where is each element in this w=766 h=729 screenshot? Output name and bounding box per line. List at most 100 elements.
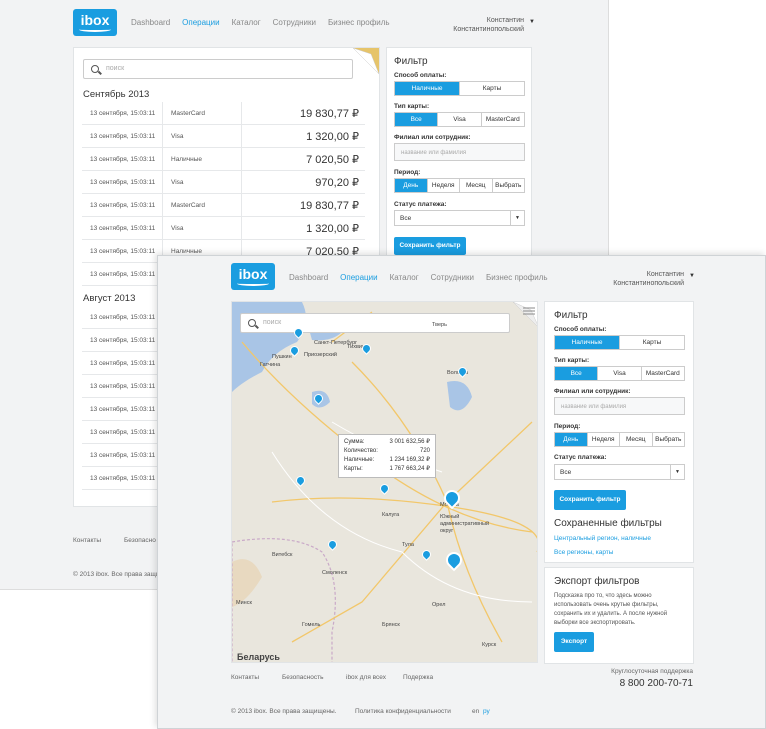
payment-toggle[interactable]: Наличные Карты bbox=[554, 335, 685, 350]
status-select[interactable]: Все ▼ bbox=[554, 464, 685, 480]
lang-en[interactable]: en bbox=[472, 708, 479, 715]
period-day[interactable]: День bbox=[395, 179, 428, 192]
nav-operations[interactable]: Операции bbox=[182, 18, 219, 27]
month-heading: Август 2013 bbox=[83, 293, 136, 304]
period-label: Период: bbox=[554, 423, 581, 430]
branch-input[interactable]: название или фамилия bbox=[554, 397, 685, 415]
export-button[interactable]: Экспорт bbox=[554, 632, 594, 652]
map-corner-curl-icon[interactable] bbox=[353, 48, 379, 74]
privacy-link[interactable]: Политика конфиденциальности bbox=[355, 708, 451, 715]
lang-ru[interactable]: ру bbox=[483, 708, 490, 715]
nav-dashboard[interactable]: Dashboard bbox=[131, 18, 170, 27]
footer-link[interactable]: Контакты bbox=[73, 537, 101, 544]
month-heading: Сентябрь 2013 bbox=[83, 89, 150, 100]
period-choose[interactable]: Выбрать bbox=[492, 179, 524, 192]
map-city-label: Курск bbox=[482, 642, 497, 648]
status-label: Статус платежа: bbox=[554, 454, 607, 461]
chevron-down-icon[interactable]: ▼ bbox=[689, 273, 695, 279]
table-row[interactable]: 13 сентября, 15:03:11 Visa 1 320,00 ₽ bbox=[82, 217, 365, 240]
map-city-label: Тула bbox=[402, 542, 414, 548]
map-tooltip: Сумма: 3 001 632,56 ₽ Количество: 720 Наличн… bbox=[338, 434, 436, 478]
save-filter-button[interactable]: Сохранить фильтр bbox=[394, 237, 466, 255]
table-row[interactable]: 13 сентября, 15:03:11 MasterCard 19 830,77… bbox=[82, 194, 365, 217]
payment-cash[interactable]: Наличные bbox=[395, 82, 460, 95]
footer-contacts-link[interactable]: Контакты bbox=[231, 674, 259, 681]
saved-filter-link[interactable]: Все регионы, карты bbox=[554, 549, 613, 556]
period-choose[interactable]: Выбрать bbox=[652, 433, 684, 446]
period-week[interactable]: Неделя bbox=[427, 179, 460, 192]
saved-filter-link[interactable]: Центральный регион, наличные bbox=[554, 535, 651, 542]
row-date: 13 сентября, 15:03:11 bbox=[90, 271, 156, 278]
support-phone[interactable]: 8 800 200-70-71 bbox=[620, 678, 693, 689]
period-toggle[interactable]: День Неделя Месяц Выбрать bbox=[554, 432, 685, 447]
row-date: 13 сентября, 15:03:11 bbox=[90, 202, 156, 209]
ibox-logo[interactable]: ibox bbox=[231, 263, 275, 290]
row-amount: 7 020,50 ₽ bbox=[306, 154, 359, 166]
branch-label: Филиал или сотрудник: bbox=[554, 388, 631, 395]
row-date: 13 сентября, 15:03:11 bbox=[90, 337, 156, 344]
footer-security-link[interactable]: Безопасность bbox=[282, 674, 323, 681]
period-month[interactable]: Месяц bbox=[620, 433, 653, 446]
footer-ibox-for-all-link[interactable]: ibox для всех bbox=[346, 674, 386, 681]
footer-link[interactable]: Безопасно bbox=[124, 537, 156, 544]
card-visa[interactable]: Visa bbox=[438, 113, 482, 126]
search-input[interactable]: поиск bbox=[83, 59, 353, 79]
payment-cash[interactable]: Наличные bbox=[555, 336, 620, 349]
table-row[interactable]: 13 сентября, 15:03:11 Visa 970,20 ₽ bbox=[82, 171, 365, 194]
export-panel: Экспорт фильтров Подсказка про то, что з… bbox=[544, 567, 694, 664]
table-row[interactable]: 13 сентября, 15:03:11 Visa 1 320,00 ₽ bbox=[82, 125, 365, 148]
card-all[interactable]: Все bbox=[555, 367, 599, 380]
card-type-label: Тип карты: bbox=[394, 103, 430, 110]
chevron-down-icon[interactable]: ▼ bbox=[529, 19, 535, 25]
nav-employees[interactable]: Сотрудники bbox=[431, 273, 474, 282]
chevron-down-icon: ▼ bbox=[510, 211, 524, 225]
chevron-down-icon: ▼ bbox=[670, 465, 684, 479]
period-toggle[interactable]: День Неделя Месяц Выбрать bbox=[394, 178, 525, 193]
saved-filters-title: Сохраненные фильтры bbox=[554, 518, 662, 529]
nav-catalog[interactable]: Каталог bbox=[390, 273, 419, 282]
card-type-toggle[interactable]: Все Visa MasterCard bbox=[554, 366, 685, 381]
ibox-logo[interactable]: ibox bbox=[73, 9, 117, 36]
table-row[interactable]: 13 сентября, 15:03:11 Наличные 7 020,50 ₽ bbox=[82, 148, 365, 171]
row-method: Visa bbox=[162, 125, 242, 147]
nav-employees[interactable]: Сотрудники bbox=[273, 18, 316, 27]
card-mastercard[interactable]: MasterCard bbox=[641, 367, 684, 380]
row-date: 13 сентября, 15:03:11 bbox=[90, 383, 156, 390]
table-row[interactable]: 13 сентября, 15:03:11 MasterCard 19 830,77… bbox=[82, 102, 365, 125]
tooltip-row: Карты: 1 767 663,24 ₽ bbox=[344, 466, 430, 472]
map-city-label: Калуга bbox=[382, 512, 400, 518]
map[interactable]: поиск Санкт-Петербург Гатчина Пушкин Приозе… bbox=[232, 302, 538, 662]
payment-cards[interactable]: Карты bbox=[620, 336, 684, 349]
branch-input[interactable]: название или фамилия bbox=[394, 143, 525, 161]
tooltip-row: Сумма: 3 001 632,56 ₽ bbox=[344, 439, 430, 445]
user-name[interactable]: Константин Константинопольский bbox=[440, 16, 524, 34]
row-date: 13 сентября, 15:03:11 bbox=[90, 429, 156, 436]
nav-operations[interactable]: Операции bbox=[340, 273, 377, 282]
row-date: 13 сентября, 15:03:11 bbox=[90, 179, 156, 186]
footer-support-link[interactable]: Подержка bbox=[403, 674, 433, 681]
card-visa[interactable]: Visa bbox=[598, 367, 642, 380]
card-mastercard[interactable]: MasterCard bbox=[481, 113, 524, 126]
card-type-toggle[interactable]: Все Visa MasterCard bbox=[394, 112, 525, 127]
nav-dashboard[interactable]: Dashboard bbox=[289, 273, 328, 282]
user-name[interactable]: Константин Константинопольский bbox=[598, 270, 684, 288]
payment-label: Способ оплаты: bbox=[554, 326, 607, 333]
card-all[interactable]: Все bbox=[395, 113, 439, 126]
save-filter-button[interactable]: Сохранить фильтр bbox=[554, 490, 626, 510]
period-day[interactable]: День bbox=[555, 433, 588, 446]
nav-catalog[interactable]: Каталог bbox=[232, 18, 261, 27]
map-search-input[interactable]: поиск bbox=[240, 313, 510, 333]
nav-business-profile[interactable]: Бизнес профиль bbox=[486, 273, 548, 282]
nav-business-profile[interactable]: Бизнес профиль bbox=[328, 18, 390, 27]
export-title: Экспорт фильтров bbox=[554, 576, 640, 587]
menu-corner-icon[interactable] bbox=[513, 302, 538, 328]
status-select[interactable]: Все ▼ bbox=[394, 210, 525, 226]
row-date: 13 сентября, 15:03:11 bbox=[90, 475, 156, 482]
payment-toggle[interactable]: Наличные Карты bbox=[394, 81, 525, 96]
period-month[interactable]: Месяц bbox=[460, 179, 493, 192]
search-icon bbox=[91, 65, 99, 73]
row-method: Visa bbox=[162, 171, 242, 193]
row-date: 13 сентября, 15:03:11 bbox=[90, 225, 156, 232]
period-week[interactable]: Неделя bbox=[587, 433, 620, 446]
payment-cards[interactable]: Карты bbox=[460, 82, 524, 95]
